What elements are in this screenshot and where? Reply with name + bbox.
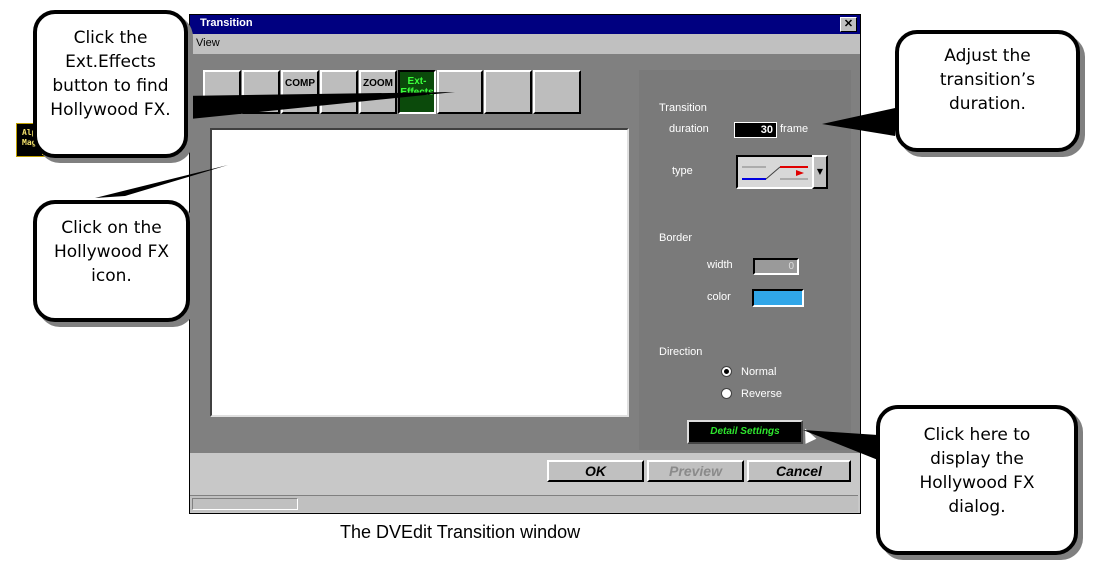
tail-ext-effects	[180, 92, 455, 120]
tail-duration	[822, 108, 895, 136]
callout-detail-text: Click here to display the Hollywood FX d…	[919, 425, 1035, 517]
callout-hollywood-icon-text: Click on the Hollywood FX icon.	[53, 218, 169, 286]
tail-hollywood-icon	[95, 165, 228, 198]
callout-hollywood-icon: Click on the Hollywood FX icon.	[33, 200, 190, 322]
callout-ext-effects-text: Click the Ext.Effects button to find Hol…	[50, 28, 171, 120]
callout-ext-effects: Click the Ext.Effects button to find Hol…	[33, 10, 188, 158]
tail-detail	[803, 430, 878, 460]
callout-detail: Click here to display the Hollywood FX d…	[876, 405, 1078, 555]
callout-duration-text: Adjust the transition’s duration.	[939, 46, 1036, 114]
callout-duration: Adjust the transition’s duration.	[895, 30, 1080, 152]
